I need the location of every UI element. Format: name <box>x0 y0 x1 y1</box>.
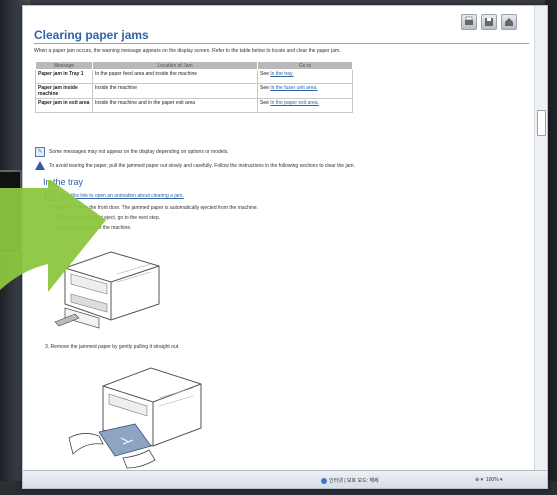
table-cell-location: In the paper feed area and inside the ma… <box>92 69 258 84</box>
goto-link-fuser[interactable]: In the fuser unit area. <box>270 85 317 91</box>
home-icon[interactable] <box>501 14 517 30</box>
table-cell-goto: See In the fuser unit area. <box>257 83 353 99</box>
goto-prefix: See <box>260 85 269 91</box>
print-icon[interactable] <box>461 14 477 30</box>
table-cell-message: Paper jam in exit area <box>35 98 93 113</box>
table-row: Paper jam in Tray 1 In the paper feed ar… <box>35 69 353 84</box>
table-row: Paper jam inside machine Inside the mach… <box>35 83 353 99</box>
table-cell-message: Paper jam in Tray 1 <box>35 69 93 84</box>
step-3: 3. Remove the jammed paper by gently pul… <box>45 344 180 350</box>
scrollbar-thumb[interactable] <box>537 110 546 136</box>
caution-row: To avoid tearing the paper, pull the jam… <box>35 161 355 170</box>
table-row: Paper jam in exit area Inside the machin… <box>35 98 353 113</box>
table-header-message: Message <box>35 61 93 70</box>
table-cell-message: Paper jam inside machine <box>35 83 93 99</box>
status-bar: 인터넷 | 보호 모드: 해제 ⊕ ▾ 100% ▾ <box>23 470 547 488</box>
warning-icon <box>35 161 45 170</box>
page-title: Clearing paper jams <box>34 28 149 42</box>
title-divider <box>34 43 529 44</box>
printer-illustration-jam <box>68 367 202 469</box>
note-text: Some messages may not appear on the disp… <box>49 149 229 155</box>
goto-link-exit[interactable]: In the paper exit area. <box>270 100 319 106</box>
jam-table: Message Location of Jam Go to Paper jam … <box>35 61 353 113</box>
goto-link-tray[interactable]: In the tray. <box>270 71 293 77</box>
note-row: ✎ Some messages may not appear on the di… <box>35 147 229 157</box>
vertical-scrollbar[interactable] <box>534 6 547 470</box>
help-toolbar <box>461 14 517 30</box>
save-icon[interactable] <box>481 14 497 30</box>
table-cell-location: Inside the machine <box>92 83 258 99</box>
note-icon: ✎ <box>35 147 45 157</box>
goto-prefix: See <box>260 71 269 77</box>
globe-icon <box>321 477 327 484</box>
goto-prefix: See <box>260 100 269 106</box>
zone-text: 인터넷 | 보호 모드: 해제 <box>329 478 379 484</box>
table-header-goto: Go to <box>257 61 353 70</box>
arrow-overlay <box>0 180 106 292</box>
caution-text: To avoid tearing the paper, pull the jam… <box>49 162 355 169</box>
table-cell-goto: See In the paper exit area. <box>257 98 353 113</box>
security-zone: 인터넷 | 보호 모드: 해제 <box>321 477 379 484</box>
table-cell-location: Inside the machine and in the paper exit… <box>92 98 258 113</box>
zoom-value: 100% <box>485 477 499 483</box>
table-header-location: Location of Jam <box>92 61 258 70</box>
intro-text: When a paper jam occurs, the warning mes… <box>34 48 341 54</box>
table-cell-goto: See In the tray. <box>257 69 353 84</box>
zoom-control[interactable]: ⊕ ▾ 100% ▾ <box>475 477 503 483</box>
